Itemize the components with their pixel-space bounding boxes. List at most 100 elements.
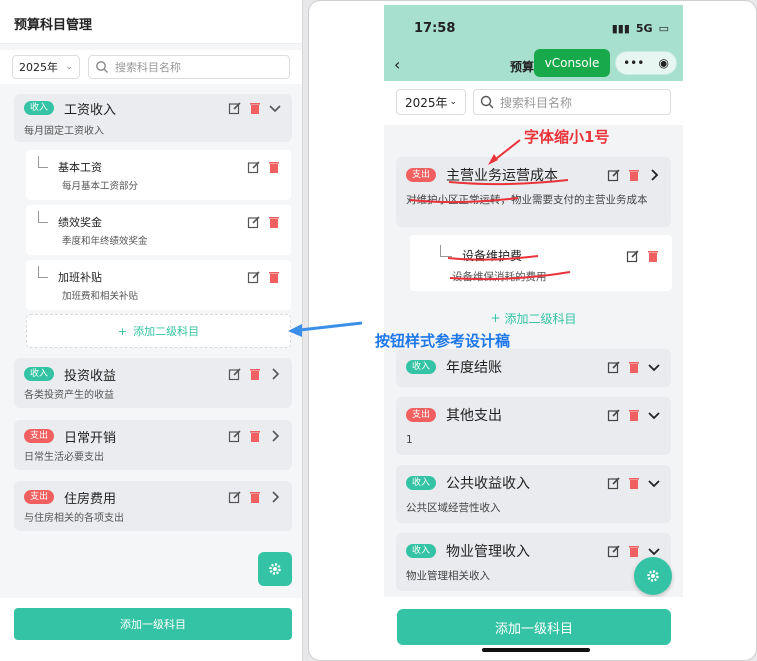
home-indicator — [482, 648, 590, 652]
delete-icon[interactable] — [267, 160, 281, 174]
category-name: 物业管理收入 — [446, 544, 531, 560]
chevron-right-icon[interactable] — [268, 429, 282, 443]
miniprogram-capsule[interactable]: ••• ◉ — [615, 51, 677, 75]
category-desc: 各类投资产生的收益 — [24, 390, 114, 401]
category-card[interactable]: 收入 投资收益 各类投资产生的收益 — [14, 358, 292, 408]
nav-title: 预算 — [510, 60, 535, 74]
category-card[interactable]: 收入 年度结账 — [396, 349, 671, 387]
delete-icon[interactable] — [267, 270, 281, 284]
edit-icon[interactable] — [607, 408, 621, 422]
edit-icon[interactable] — [228, 429, 242, 443]
category-desc: 公共区域经营性收入 — [406, 502, 501, 514]
edit-icon[interactable] — [607, 360, 621, 374]
edit-icon[interactable] — [247, 270, 261, 284]
edit-icon[interactable] — [607, 168, 621, 182]
more-icon[interactable]: ••• — [623, 56, 644, 70]
chevron-down-icon[interactable] — [647, 408, 661, 422]
annotation-font-note: 字体缩小1号 — [524, 128, 610, 146]
category-desc: 日常生活必要支出 — [24, 452, 104, 463]
chevron-right-icon[interactable] — [647, 168, 661, 182]
delete-icon[interactable] — [646, 249, 660, 263]
filter-bar: 2025年 ⌄ 搜索科目名称 — [384, 81, 683, 125]
subitem-desc: 加班费和相关补贴 — [62, 291, 139, 302]
add-category-button[interactable]: 添加一级科目 — [397, 609, 671, 645]
delete-icon[interactable] — [248, 367, 262, 381]
delete-icon[interactable] — [627, 360, 641, 374]
nav-bar: ‹ 预算 vConsole ••• ◉ — [384, 49, 683, 81]
add-subcategory-button[interactable]: + 添加二级科目 — [26, 314, 291, 348]
subitem-name: 绩效奖金 — [58, 216, 102, 229]
category-name: 工资收入 — [64, 102, 117, 118]
chevron-right-icon[interactable] — [268, 490, 282, 504]
add-subcategory-button[interactable]: + 添加二级科目 — [384, 307, 683, 329]
year-select[interactable]: 2025年 ⌄ — [396, 89, 466, 115]
subitem-desc: 设备维保消耗的费用 — [452, 271, 547, 283]
tree-connector — [440, 245, 452, 257]
chevron-down-icon[interactable] — [647, 360, 661, 374]
page-title: 预算科目管理 — [0, 0, 302, 44]
delete-icon[interactable] — [248, 101, 262, 115]
search-input[interactable]: 搜索科目名称 — [473, 89, 671, 115]
type-badge: 支出 — [24, 428, 55, 444]
search-placeholder: 搜索科目名称 — [500, 95, 573, 110]
delete-icon[interactable] — [627, 408, 641, 422]
category-name: 住房费用 — [64, 491, 117, 507]
plus-icon: + — [490, 311, 501, 325]
status-bar: 17:58 ▮▮▮ 5G ▭ — [384, 5, 683, 51]
chevron-down-icon[interactable] — [647, 544, 661, 558]
chevron-down-icon: ⌄ — [449, 97, 458, 107]
category-card[interactable]: 收入 工资收入 每月固定工资收入 — [14, 94, 292, 142]
subitem-desc: 每月基本工资部分 — [62, 181, 139, 192]
settings-button[interactable] — [258, 552, 292, 586]
category-name: 投资收益 — [64, 368, 117, 384]
year-select[interactable]: 2025年 ⌄ — [12, 55, 80, 79]
subitem-card[interactable]: 基本工资 每月基本工资部分 — [26, 150, 291, 200]
delete-icon[interactable] — [248, 429, 262, 443]
gear-icon — [268, 562, 282, 576]
back-icon[interactable]: ‹ — [394, 55, 400, 74]
category-name: 年度结账 — [446, 360, 503, 376]
delete-icon[interactable] — [627, 476, 641, 490]
search-icon — [95, 60, 109, 74]
clock: 17:58 — [414, 20, 456, 36]
edit-icon[interactable] — [607, 476, 621, 490]
edit-icon[interactable] — [247, 160, 261, 174]
chevron-down-icon[interactable] — [268, 101, 282, 115]
vconsole-button[interactable]: vConsole — [534, 49, 610, 77]
category-card[interactable]: 支出 日常开销 日常生活必要支出 — [14, 420, 292, 470]
subitem-card[interactable]: 加班补贴 加班费和相关补贴 — [26, 260, 291, 310]
category-card[interactable]: 支出 住房费用 与住房相关的各项支出 — [14, 481, 292, 531]
delete-icon[interactable] — [248, 490, 262, 504]
category-card[interactable]: 支出 主营业务运营成本 对维护小区正常运转，物业需要支付的主营业务成本 — [396, 157, 671, 227]
delete-icon[interactable] — [627, 168, 641, 182]
subitem-name: 加班补贴 — [58, 271, 102, 284]
settings-button[interactable] — [634, 557, 672, 595]
annotation-button-note: 按钮样式参考设计稿 — [375, 332, 511, 350]
delete-icon[interactable] — [267, 215, 281, 229]
search-input[interactable]: 搜索科目名称 — [88, 55, 290, 79]
edit-icon[interactable] — [247, 215, 261, 229]
close-icon[interactable]: ◉ — [658, 56, 668, 70]
add-category-button[interactable]: 添加一级科目 — [14, 608, 292, 640]
category-card[interactable]: 收入 公共收益收入 公共区域经营性收入 — [396, 465, 671, 523]
category-card[interactable]: 收入 物业管理收入 物业管理相关收入 — [396, 533, 671, 591]
type-badge: 支出 — [24, 489, 55, 505]
edit-icon[interactable] — [228, 367, 242, 381]
subitem-card[interactable]: 绩效奖金 季度和年终绩效奖金 — [26, 205, 291, 255]
delete-icon[interactable] — [627, 544, 641, 558]
edit-icon[interactable] — [607, 544, 621, 558]
category-desc: 与住房相关的各项支出 — [24, 513, 124, 524]
subitem-card[interactable]: 设备维护费 设备维保消耗的费用 — [410, 235, 672, 291]
filter-bar: 2025年 ⌄ 搜索科目名称 — [0, 50, 302, 84]
tree-connector — [38, 211, 48, 223]
chevron-right-icon[interactable] — [268, 367, 282, 381]
category-desc: 物业管理相关收入 — [406, 570, 490, 582]
type-badge: 支出 — [406, 407, 437, 423]
category-desc: 对维护小区正常运转，物业需要支付的主营业务成本 — [406, 194, 648, 206]
edit-icon[interactable] — [228, 490, 242, 504]
category-card[interactable]: 支出 其他支出 1 — [396, 397, 671, 455]
edit-icon[interactable] — [626, 249, 640, 263]
chevron-down-icon[interactable] — [647, 476, 661, 490]
add-subcategory-label: 添加二级科目 — [133, 325, 200, 338]
edit-icon[interactable] — [228, 101, 242, 115]
